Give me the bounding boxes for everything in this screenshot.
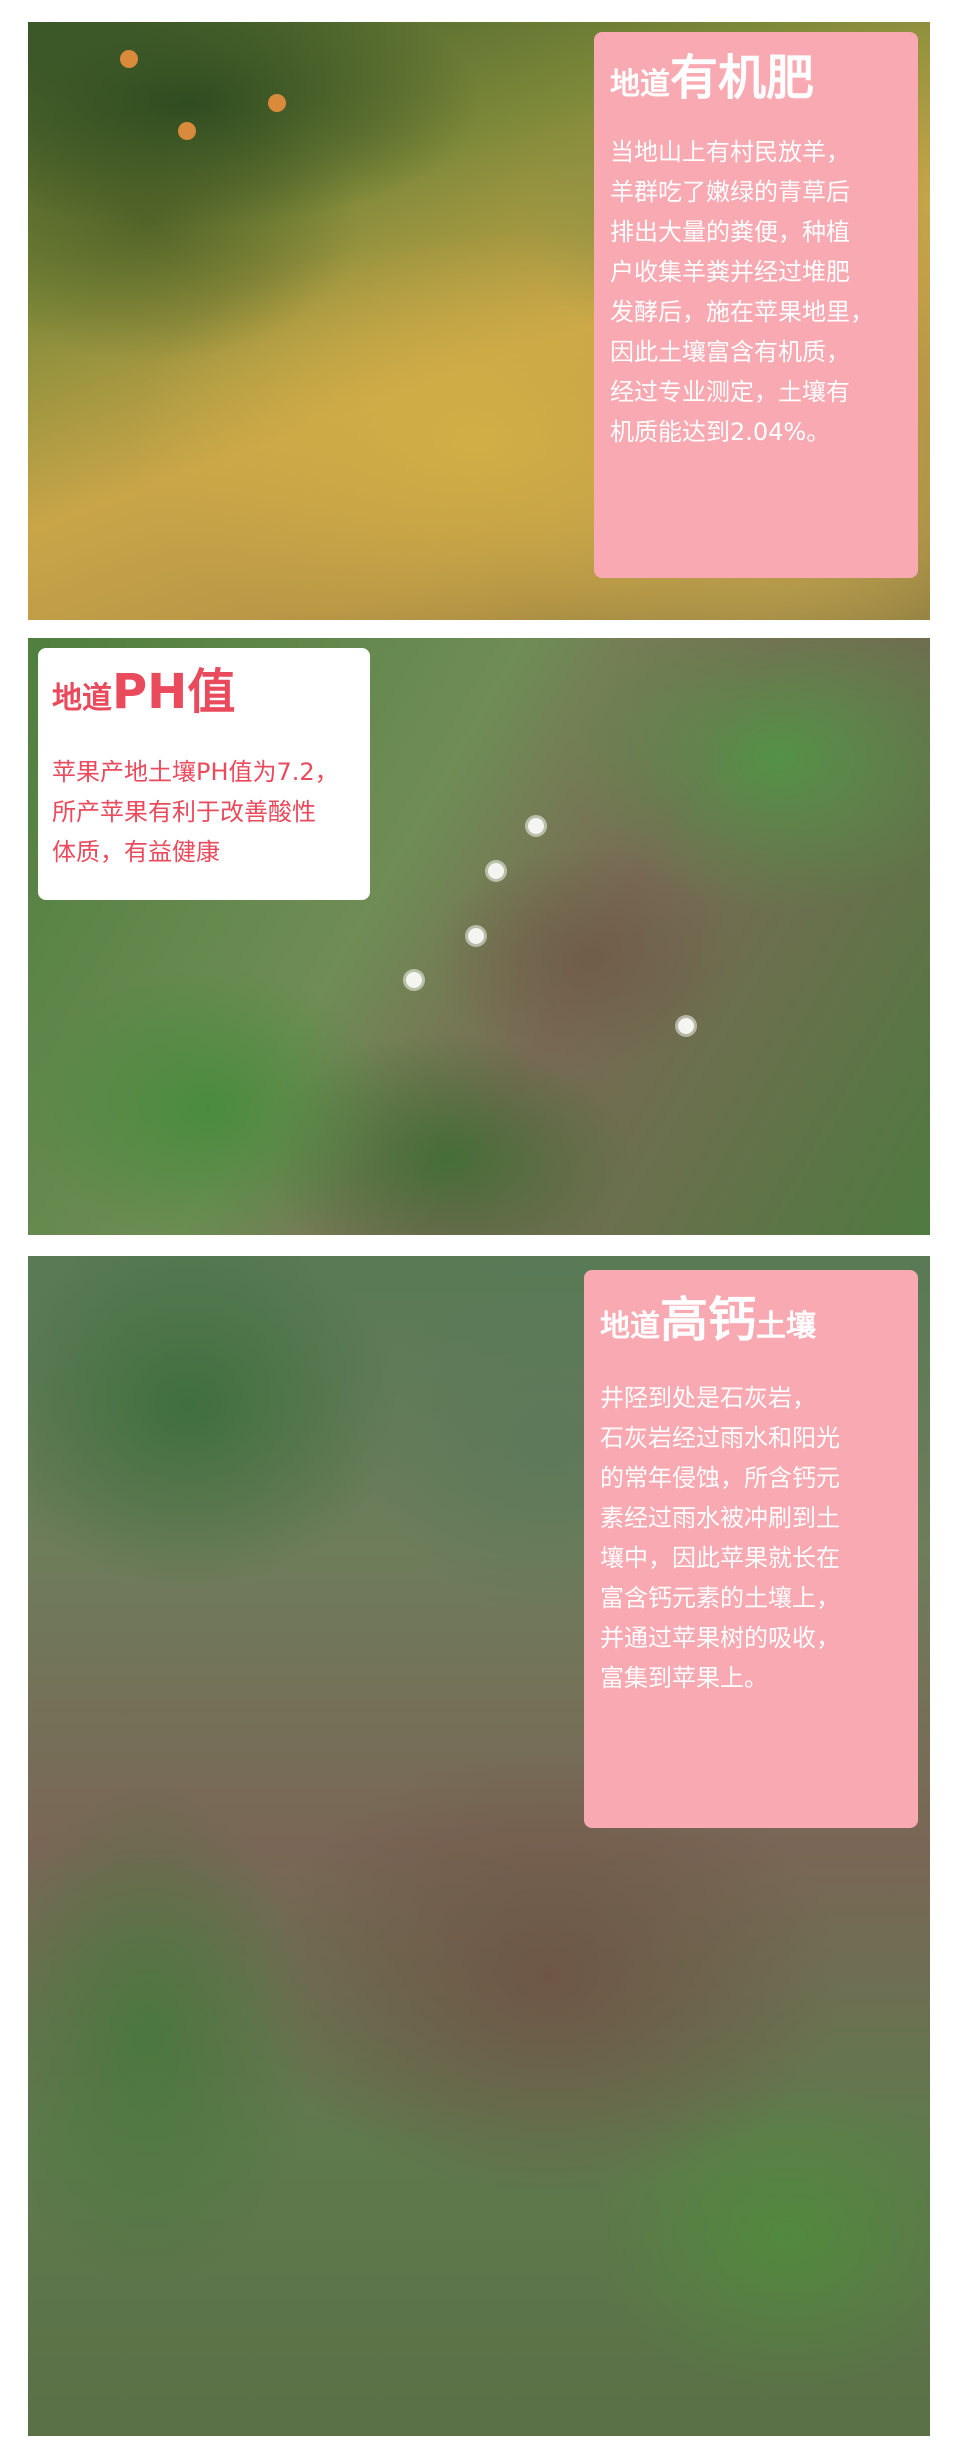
body-line: 经过专业测定，土壤有 [610, 378, 850, 406]
body-line: 石灰岩经过雨水和阳光 [600, 1424, 840, 1452]
info-card-organic-fertilizer: 地道有机肥 当地山上有村民放羊， 羊群吃了嫩绿的青草后 排出大量的粪便，种植 户… [594, 32, 918, 578]
body-line: 户收集羊粪并经过堆肥 [610, 258, 850, 286]
title-prefix: 地道 [52, 681, 112, 716]
card-body: 井陉到处是石灰岩， 石灰岩经过雨水和阳光 的常年侵蚀，所含钙元 素经过雨水被冲刷… [600, 1378, 904, 1698]
body-line: 体质，有益健康 [52, 838, 220, 866]
body-line: 的常年侵蚀，所含钙元 [600, 1464, 840, 1492]
white-flower [406, 972, 422, 988]
title-prefix: 地道 [610, 67, 670, 102]
info-card-ph-value: 地道PH值 苹果产地土壤PH值为7.2， 所产苹果有利于改善酸性 体质，有益健康 [38, 648, 370, 900]
title-main: 有机肥 [670, 50, 815, 106]
white-flower [488, 863, 504, 879]
body-line: 排出大量的粪便，种植 [610, 218, 850, 246]
body-line: 机质能达到2.04%。 [610, 418, 831, 446]
card-body: 当地山上有村民放羊， 羊群吃了嫩绿的青草后 排出大量的粪便，种植 户收集羊粪并经… [610, 132, 904, 452]
apple-fruit [268, 94, 286, 112]
body-line: 苹果产地土壤PH值为7.2， [52, 758, 339, 786]
body-line: 富集到苹果上。 [600, 1664, 768, 1692]
body-line: 因此土壤富含有机质， [610, 338, 850, 366]
body-line: 富含钙元素的土壤上， [600, 1584, 840, 1612]
apple-fruit [120, 50, 138, 68]
white-flower [468, 928, 484, 944]
body-line: 发酵后，施在苹果地里， [610, 298, 874, 326]
body-line: 素经过雨水被冲刷到土 [600, 1504, 840, 1532]
info-card-high-calcium-soil: 地道高钙土壤 井陉到处是石灰岩， 石灰岩经过雨水和阳光 的常年侵蚀，所含钙元 素… [584, 1270, 918, 1828]
white-flower [678, 1018, 694, 1034]
card-body: 苹果产地土壤PH值为7.2， 所产苹果有利于改善酸性 体质，有益健康 [52, 752, 360, 872]
title-suffix: 土壤 [756, 1309, 817, 1344]
title-main: PH值 [112, 664, 236, 720]
body-line: 当地山上有村民放羊， [610, 138, 850, 166]
title-main: 高钙 [660, 1292, 757, 1348]
apple-fruit [178, 122, 196, 140]
card-title: 地道有机肥 [610, 54, 904, 102]
body-line: 并通过苹果树的吸收， [600, 1624, 840, 1652]
body-line: 所产苹果有利于改善酸性 [52, 798, 316, 826]
body-line: 羊群吃了嫩绿的青草后 [610, 178, 850, 206]
body-line: 壤中，因此苹果就长在 [600, 1544, 840, 1572]
white-flower [528, 818, 544, 834]
card-title: 地道PH值 [52, 668, 360, 716]
body-line: 井陉到处是石灰岩， [600, 1384, 816, 1412]
card-title: 地道高钙土壤 [600, 1296, 904, 1344]
title-prefix: 地道 [600, 1309, 660, 1344]
